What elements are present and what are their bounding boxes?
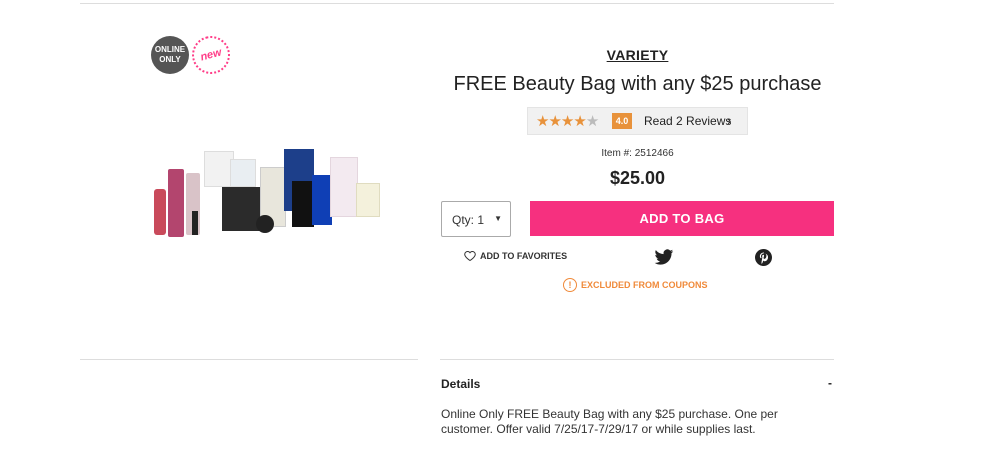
quantity-select[interactable]: Qty: 1 ▼ xyxy=(441,201,511,237)
star-empty-icon: ★ xyxy=(585,113,599,130)
rating-value: 4.0 xyxy=(612,113,632,129)
alert-icon: ! xyxy=(563,278,577,292)
price: $25.00 xyxy=(609,168,666,188)
details-heading[interactable]: Details xyxy=(441,377,480,391)
star-icon: ★ xyxy=(536,113,549,130)
read-reviews-link[interactable]: Read 2 Reviews xyxy=(644,114,731,128)
top-divider xyxy=(80,3,834,4)
caret-down-icon: ▼ xyxy=(494,214,502,223)
add-to-bag-button[interactable]: ADD TO BAG xyxy=(530,201,834,236)
divider-right xyxy=(440,359,834,360)
online-only-label: ONLINE ONLY xyxy=(154,45,186,64)
favorites-label: ADD TO FAVORITES xyxy=(480,251,568,261)
details-text: Online Only FREE Beauty Bag with any $25… xyxy=(441,407,778,436)
heart-icon xyxy=(464,251,476,262)
excluded-label: EXCLUDED FROM COUPONS xyxy=(581,280,708,290)
item-number: Item #: 2512466 xyxy=(601,148,674,159)
quantity-label: Qty: 1 xyxy=(452,213,485,227)
online-only-badge: ONLINE ONLY xyxy=(151,36,189,74)
new-label: new xyxy=(199,46,223,64)
star-rating: ★★★★★ xyxy=(536,112,599,130)
product-title: FREE Beauty Bag with any $25 purchase xyxy=(453,73,822,95)
star-icon: ★ xyxy=(560,113,574,130)
details-collapse-toggle[interactable]: - xyxy=(828,376,832,390)
pinterest-icon[interactable] xyxy=(755,249,772,266)
star-icon: ★ xyxy=(548,113,561,130)
star-icon: ★ xyxy=(573,113,586,130)
add-to-favorites-button[interactable]: ADD TO FAVORITES xyxy=(464,250,567,262)
divider-left xyxy=(80,359,418,360)
new-badge: new xyxy=(187,31,235,79)
chevron-right-icon: › xyxy=(727,113,732,128)
product-image[interactable] xyxy=(148,145,383,238)
excluded-coupons-notice: ! EXCLUDED FROM COUPONS xyxy=(563,278,708,292)
brand-link[interactable]: VARIETY xyxy=(580,47,695,63)
rating-summary[interactable]: ★★★★★ 4.0 Read 2 Reviews › xyxy=(527,107,748,135)
twitter-icon[interactable] xyxy=(654,249,674,266)
